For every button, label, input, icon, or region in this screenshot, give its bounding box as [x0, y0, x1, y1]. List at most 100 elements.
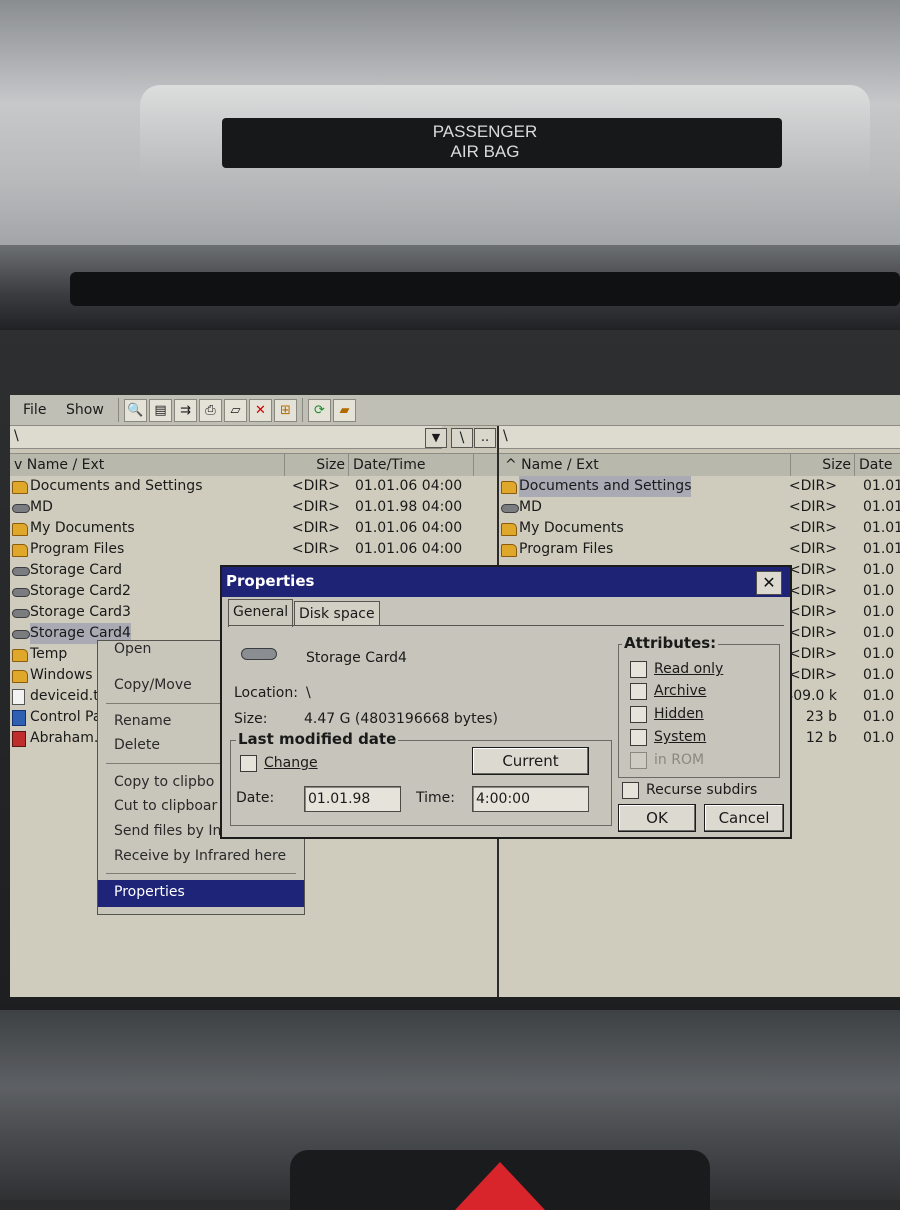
ctx-copy-to-clipboard[interactable]: Copy to clipbo — [114, 774, 214, 790]
col-size-header[interactable]: Size — [791, 454, 855, 476]
file-date: 01.01 — [863, 541, 900, 557]
print-icon[interactable]: ⎙ — [199, 399, 222, 422]
up-dir-button[interactable]: .. — [474, 428, 496, 448]
root-button[interactable]: \ — [451, 428, 473, 448]
left-path-text: \ — [14, 428, 19, 444]
system-checkbox[interactable] — [630, 729, 647, 746]
file-row[interactable]: MD <DIR> 01.01.98 04:00 — [10, 497, 497, 518]
menu-show[interactable]: Show — [66, 402, 104, 418]
tab-disk-space[interactable]: Disk space — [294, 601, 380, 626]
ctx-cut-to-clipboard[interactable]: Cut to clipboar — [114, 798, 217, 814]
read-only-checkbox[interactable] — [630, 661, 647, 678]
hidden-checkbox[interactable] — [630, 706, 647, 723]
dialog-title: Properties — [226, 572, 315, 590]
menu-file[interactable]: File — [23, 402, 46, 418]
properties-dialog: Properties ✕ General Disk space Storage … — [220, 565, 792, 839]
read-only-label: Read only — [654, 661, 724, 677]
ctx-copy-move[interactable]: Copy/Move — [114, 677, 192, 693]
col-size-header[interactable]: Size — [285, 454, 349, 476]
ctx-receive-infrared[interactable]: Receive by Infrared here — [114, 848, 286, 864]
right-path-row[interactable]: \ — [499, 426, 900, 449]
screen: File Show 🔍 ▤ ⇉ ⎙ ▱ ✕ ⊞ ⟳ ▰ \ ▼ \ .. \ v… — [10, 395, 900, 997]
archive-checkbox[interactable] — [630, 683, 647, 700]
file-row[interactable]: Program Files <DIR> 01.01.06 04:00 — [10, 539, 497, 560]
date-field[interactable]: 01.01.98 — [304, 786, 401, 812]
col-name-header[interactable]: v Name / Ext — [10, 454, 285, 476]
drive-icon — [12, 630, 30, 639]
file-date: 01.0 — [863, 709, 895, 725]
file-row[interactable]: My Documents <DIR> 01.01 — [499, 518, 900, 539]
ctx-rename[interactable]: Rename — [114, 713, 171, 729]
file-date: 01.0 — [863, 730, 895, 746]
file-name: Program Files — [30, 541, 125, 557]
file-row[interactable]: Documents and Settings <DIR> 01.01 — [499, 476, 900, 497]
file-row[interactable]: My Documents <DIR> 01.01.06 04:00 — [10, 518, 497, 539]
ok-button[interactable]: OK — [618, 804, 696, 832]
ctx-delete[interactable]: Delete — [114, 737, 160, 753]
file-name: Storage Card — [30, 562, 122, 578]
tab-general[interactable]: General — [228, 599, 294, 627]
right-path-text: \ — [503, 428, 508, 444]
find-icon[interactable]: 🔍 — [124, 399, 147, 422]
file-name: My Documents — [30, 520, 135, 536]
file-name: MD — [519, 499, 542, 515]
size-label: Size: — [234, 711, 268, 727]
ctx-properties[interactable]: Properties — [98, 880, 304, 907]
system-label: System — [654, 729, 707, 745]
file-row[interactable]: MD <DIR> 01.01 — [499, 497, 900, 518]
left-path-combo[interactable]: \ — [10, 426, 442, 449]
attributes-title: Attributes: — [622, 634, 719, 652]
cancel-button[interactable]: Cancel — [704, 804, 784, 832]
drive-icon — [501, 504, 519, 513]
file-size: <DIR> — [291, 478, 340, 494]
file-name: Documents and Settings — [519, 476, 692, 497]
folder-icon — [12, 481, 28, 494]
file-date: 01.01 — [863, 499, 900, 515]
chevron-down-icon[interactable]: ▼ — [425, 428, 447, 448]
time-field[interactable]: 4:00:00 — [472, 786, 589, 812]
file-row[interactable]: Program Files <DIR> 01.01 — [499, 539, 900, 560]
airbag-label-line1: PASSENGER — [432, 122, 538, 141]
copy-icon[interactable]: ⇉ — [174, 399, 197, 422]
file-date: 01.0 — [863, 604, 895, 620]
file-name: Storage Card2 — [30, 583, 131, 599]
ctx-open[interactable]: Open — [114, 641, 151, 657]
file-date: 01.0 — [863, 562, 895, 578]
archive-label: Archive — [654, 683, 707, 699]
grid-icon[interactable]: ⊞ — [274, 399, 297, 422]
current-button[interactable]: Current — [472, 747, 589, 775]
file-name: Control Par — [30, 709, 108, 725]
file-date: 01.0 — [863, 646, 895, 662]
hazard-icon[interactable] — [455, 1162, 545, 1210]
col-date-header[interactable]: Date/Time — [349, 454, 474, 476]
dialog-titlebar[interactable]: Properties — [222, 567, 790, 597]
file-date: 01.0 — [863, 625, 895, 641]
close-button[interactable]: ✕ — [756, 571, 782, 595]
file-size: <DIR> — [291, 499, 340, 515]
file-name: MD — [30, 499, 53, 515]
file-date: 01.0 — [863, 583, 895, 599]
drive-icon — [241, 648, 277, 660]
file-size: <DIR> — [788, 541, 837, 557]
recurse-subdirs-checkbox[interactable] — [622, 782, 639, 799]
time-label: Time: — [416, 790, 455, 806]
view-icon[interactable]: ▤ — [149, 399, 172, 422]
folder-icon — [12, 523, 28, 536]
refresh-icon[interactable]: ⟳ — [308, 399, 331, 422]
new-folder-icon[interactable]: ▱ — [224, 399, 247, 422]
delete-icon[interactable]: ✕ — [249, 399, 272, 422]
ctx-separator — [106, 873, 296, 874]
drive-name: Storage Card4 — [306, 650, 407, 666]
file-row[interactable]: Documents and Settings <DIR> 01.01.06 04:0… — [10, 476, 497, 497]
hidden-label: Hidden — [654, 706, 704, 722]
menu-file-label: File — [23, 402, 47, 418]
in-rom-label: in ROM — [654, 752, 705, 768]
folder-icon — [12, 670, 28, 683]
open-icon[interactable]: ▰ — [333, 399, 356, 422]
in-rom-checkbox — [630, 752, 647, 769]
change-checkbox[interactable] — [240, 755, 257, 772]
exe-icon — [12, 731, 26, 747]
col-name-header[interactable]: ^ Name / Ext — [499, 454, 791, 476]
change-label: Change — [264, 755, 318, 771]
col-date-header[interactable]: Date — [855, 454, 900, 476]
